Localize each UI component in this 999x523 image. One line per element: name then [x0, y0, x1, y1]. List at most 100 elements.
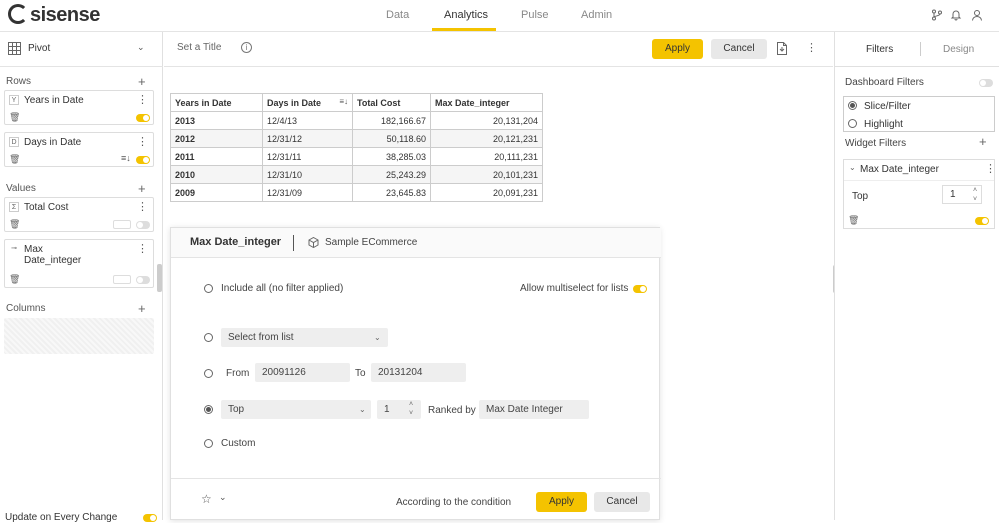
bell-icon[interactable]	[950, 9, 962, 21]
widget-type-label[interactable]: Pivot	[28, 43, 50, 54]
table-cell: 2012	[170, 129, 263, 148]
field-toggle[interactable]	[136, 114, 150, 122]
apply-button[interactable]: Apply	[652, 39, 703, 59]
divider	[164, 66, 833, 67]
row-field-years-in-date[interactable]: Y Years in Date ⋮ 🗑	[4, 90, 154, 125]
widget-filter-name: Max Date_integer	[860, 164, 939, 175]
radio-include-all[interactable]	[204, 284, 213, 293]
widget-title-input[interactable]: Set a Title	[177, 42, 221, 53]
radio-select-from-list[interactable]	[204, 333, 213, 342]
active-tab-indicator	[432, 28, 496, 31]
table-cell: 182,166.67	[352, 111, 431, 130]
stepper-arrows-icon[interactable]: ˄ ˅	[973, 186, 977, 204]
widget-filter-menu-icon[interactable]: ⋮	[985, 162, 996, 175]
chevron-down-icon[interactable]: ⌄	[359, 405, 366, 414]
chevron-down-icon[interactable]: ⌄	[374, 333, 381, 342]
format-box[interactable]	[113, 275, 131, 284]
trash-icon[interactable]: 🗑	[9, 112, 20, 123]
widget-filter-mode: Top	[852, 191, 869, 202]
table-row: 2011 12/31/11 38,285.03 20,111,231	[170, 147, 543, 166]
divider	[835, 66, 999, 67]
widget-filter-card[interactable]: ⌄ Max Date_integer ⋮ Top 1 ˄ ˅ 🗑	[843, 159, 996, 229]
trash-icon[interactable]: 🗑	[848, 215, 859, 226]
sisense-logo-mark-icon	[8, 4, 28, 24]
chevron-down-icon[interactable]: ⌄	[849, 163, 856, 172]
nav-tab-admin[interactable]: Admin	[581, 9, 612, 21]
stepper-arrows-icon[interactable]: ˄ ˅	[409, 400, 413, 418]
highlight-label[interactable]: Highlight	[864, 119, 903, 130]
add-widget-filter-plus-icon[interactable]: +	[979, 135, 987, 148]
chevron-down-icon[interactable]: ⌄	[219, 492, 227, 503]
radio-highlight[interactable]	[848, 119, 857, 128]
top-count-stepper[interactable]: 1	[377, 400, 421, 419]
radio-custom[interactable]	[204, 439, 213, 448]
sort-icon[interactable]: ≡↓	[121, 153, 131, 163]
select-from-list-dropdown[interactable]: Select from list	[221, 328, 388, 347]
chevron-down-icon[interactable]: ⌄	[137, 42, 145, 53]
column-header[interactable]: Days in Date ≡↓	[262, 93, 353, 112]
columns-section-title: Columns	[6, 303, 46, 314]
field-menu-icon[interactable]: ⋮	[137, 93, 148, 106]
to-input[interactable]: 20131204	[371, 363, 466, 382]
nav-tab-analytics[interactable]: Analytics	[444, 9, 488, 21]
column-header[interactable]: Years in Date	[170, 93, 263, 112]
branch-icon[interactable]	[931, 9, 943, 21]
from-input[interactable]: 20091126	[255, 363, 350, 382]
filter-cancel-button[interactable]: Cancel	[594, 492, 650, 512]
trash-icon[interactable]: 🗑	[9, 274, 20, 285]
trash-icon[interactable]: 🗑	[9, 154, 20, 165]
nav-tab-pulse[interactable]: Pulse	[521, 9, 549, 21]
table-cell: 12/4/13	[262, 111, 353, 130]
info-icon[interactable]: i	[241, 42, 252, 53]
condition-text: According to the condition	[396, 497, 512, 508]
table-cell: 12/31/11	[262, 147, 353, 166]
filter-apply-button[interactable]: Apply	[536, 492, 587, 512]
slice-filter-label[interactable]: Slice/Filter	[864, 101, 911, 112]
table-cell: 2011	[170, 147, 263, 166]
top-mode-dropdown[interactable]: Top	[221, 400, 371, 419]
update-on-change-toggle[interactable]	[143, 514, 157, 522]
custom-label[interactable]: Custom	[221, 438, 255, 449]
sort-icon[interactable]: ≡↓	[339, 97, 348, 106]
nav-tab-data[interactable]: Data	[386, 9, 409, 21]
date-type-icon: D	[9, 137, 19, 147]
trash-icon[interactable]: 🗑	[9, 219, 20, 230]
table-cell: 12/31/10	[262, 165, 353, 184]
sisense-logo[interactable]: sisense	[8, 4, 100, 27]
field-name: Days in Date	[24, 137, 82, 148]
value-field-max-date-integer[interactable]: ⊸ Max Date_integer ⋮ 🗑	[4, 239, 154, 288]
format-box[interactable]	[113, 220, 131, 229]
add-row-plus-icon[interactable]: +	[138, 75, 146, 88]
ranked-by-input[interactable]: Max Date Integer	[479, 400, 589, 419]
cancel-button[interactable]: Cancel	[711, 39, 767, 59]
field-toggle[interactable]	[136, 276, 150, 284]
field-menu-icon[interactable]: ⋮	[137, 200, 148, 213]
add-value-plus-icon[interactable]: +	[138, 182, 146, 195]
filters-panel: Filters Design Dashboard Filters Slice/F…	[834, 32, 999, 520]
radio-slice-filter[interactable]	[848, 101, 857, 110]
allow-multiselect-toggle[interactable]	[633, 285, 647, 293]
tab-filters[interactable]: Filters	[866, 44, 893, 55]
field-menu-icon[interactable]: ⋮	[137, 242, 148, 255]
include-all-label[interactable]: Include all (no filter applied)	[221, 283, 343, 294]
more-options-icon[interactable]: ⋮	[806, 41, 817, 54]
user-icon[interactable]	[971, 9, 983, 21]
field-toggle[interactable]	[136, 221, 150, 229]
field-toggle[interactable]	[136, 156, 150, 164]
filter-mode-options: Slice/Filter Highlight	[843, 96, 995, 132]
export-file-icon[interactable]	[777, 42, 787, 58]
row-field-days-in-date[interactable]: D Days in Date ⋮ 🗑 ≡↓	[4, 132, 154, 167]
dashboard-filters-toggle[interactable]	[979, 79, 993, 87]
value-field-total-cost[interactable]: Σ Total Cost ⋮ 🗑	[4, 197, 154, 232]
columns-drop-zone[interactable]	[4, 318, 154, 354]
widget-filter-toggle[interactable]	[975, 217, 989, 225]
add-column-plus-icon[interactable]: +	[138, 302, 146, 315]
column-header[interactable]: Max Date_integer	[430, 93, 543, 112]
panel-scrollbar[interactable]	[157, 264, 162, 292]
field-menu-icon[interactable]: ⋮	[137, 135, 148, 148]
tab-design[interactable]: Design	[943, 44, 974, 55]
radio-range[interactable]	[204, 369, 213, 378]
star-icon[interactable]: ☆	[201, 492, 212, 506]
radio-top[interactable]	[204, 405, 213, 414]
column-header[interactable]: Total Cost	[352, 93, 431, 112]
